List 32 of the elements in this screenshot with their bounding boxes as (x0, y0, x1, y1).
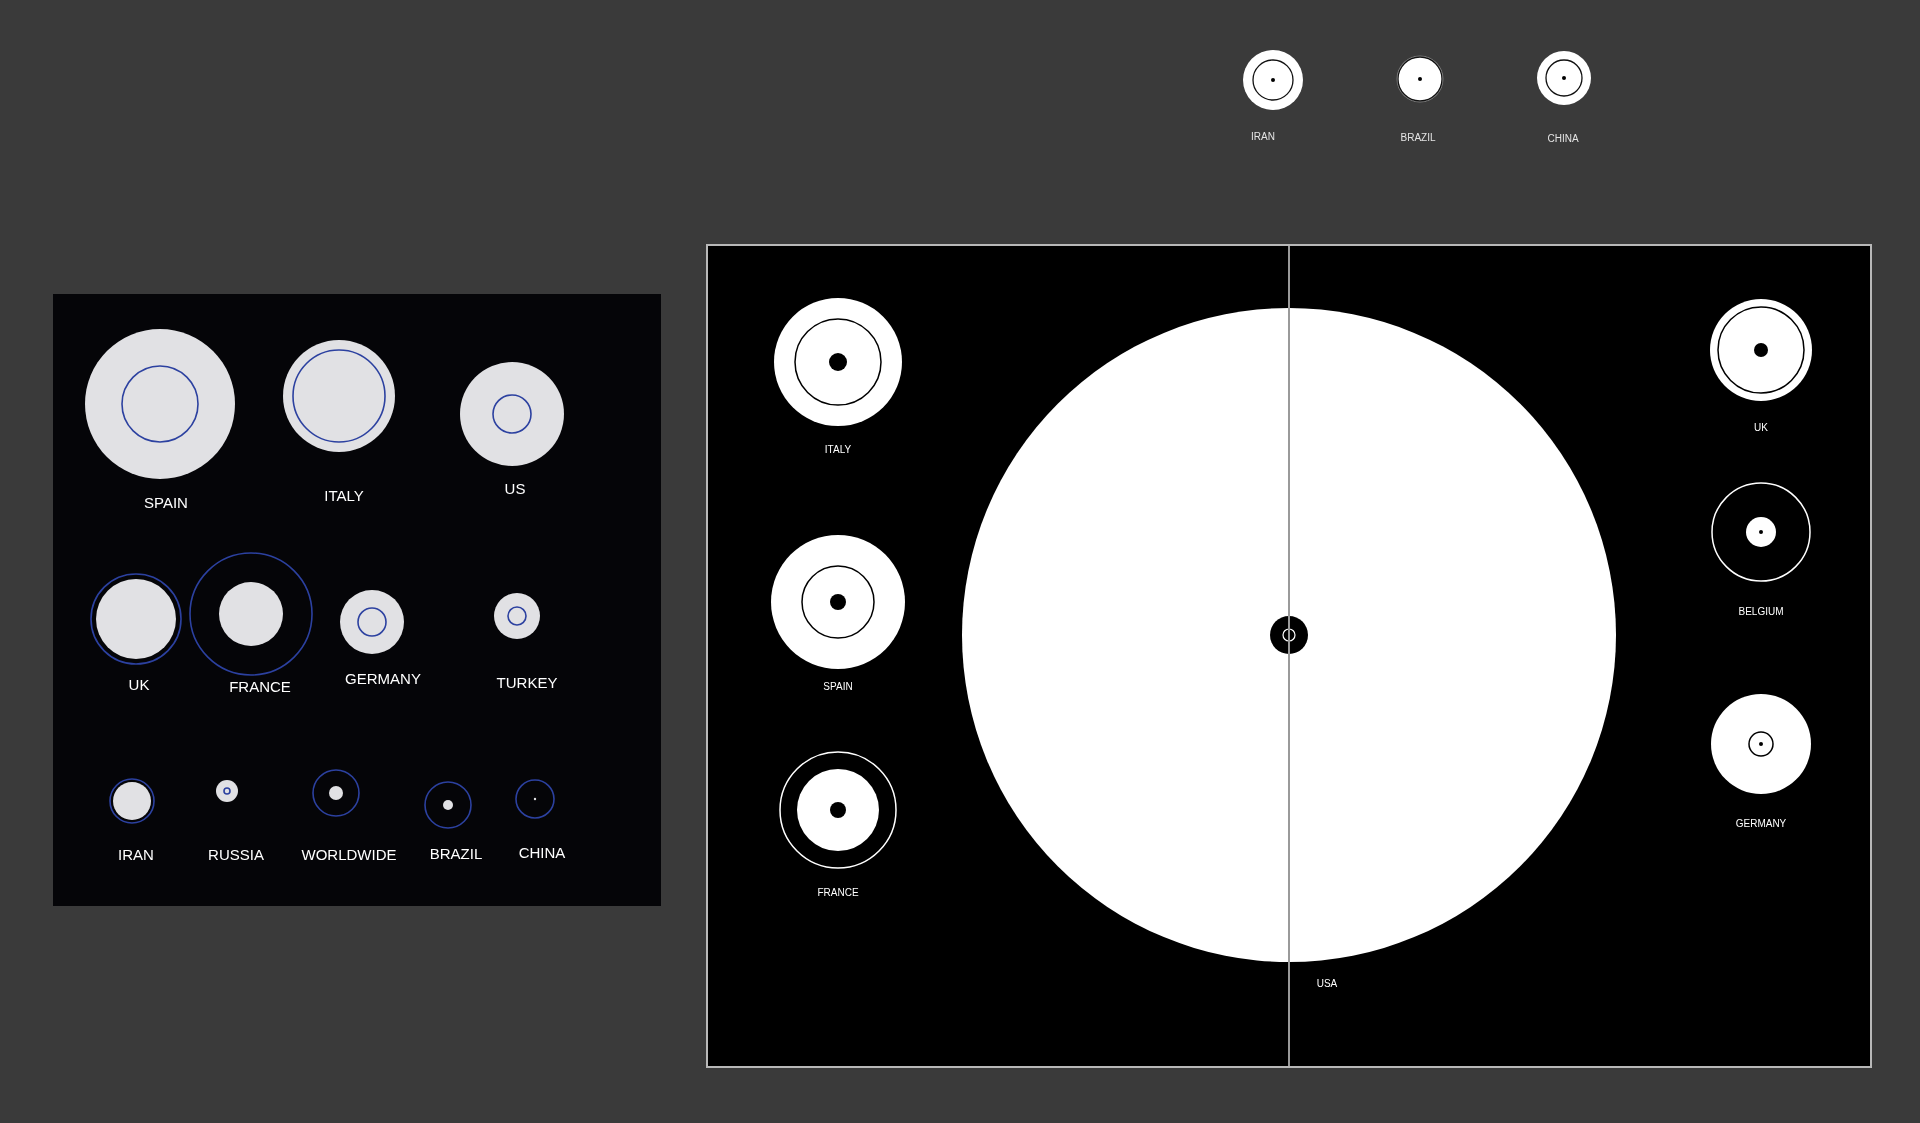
country-label: IRAN (118, 846, 154, 863)
circle-marker-drawing (494, 593, 540, 639)
country-label: BRAZIL (429, 845, 483, 862)
country-label: ITALY (824, 444, 852, 455)
country-label: RUSSIA (208, 846, 264, 863)
country-label: UK (128, 676, 150, 693)
country-label: CHINA (518, 844, 566, 861)
circle-marker-drawing (1537, 51, 1591, 105)
country-label: SPAIN (144, 494, 188, 511)
circle-marker-drawing (340, 590, 404, 654)
country-label: CHINA (1547, 133, 1579, 144)
country-label: WORLDWIDE (301, 846, 397, 863)
circle-marker-drawing (1396, 55, 1444, 103)
country-label: UK (1754, 422, 1768, 433)
circle-marker-drawing (515, 779, 555, 819)
circle-marker-drawing (109, 778, 155, 824)
country-label: BRAZIL (1400, 132, 1436, 143)
country-label: FRANCE (229, 678, 291, 695)
country-label: GERMANY (345, 670, 421, 687)
circle-marker-drawing (1243, 50, 1303, 110)
country-label: IRAN (1251, 131, 1275, 142)
country-label: FRANCE (817, 887, 859, 898)
country-label: ITALY (324, 487, 364, 504)
country-label: SPAIN (823, 681, 853, 692)
country-label: TURKEY (496, 674, 558, 691)
circle-marker-drawing (312, 769, 360, 817)
circle-marker-drawing (424, 781, 472, 829)
country-label: BELGIUM (1738, 606, 1784, 617)
circle-marker-drawing (216, 780, 238, 802)
country-label: USA (1316, 978, 1338, 989)
country-label: GERMANY (1735, 818, 1787, 829)
country-label: US (504, 480, 526, 497)
